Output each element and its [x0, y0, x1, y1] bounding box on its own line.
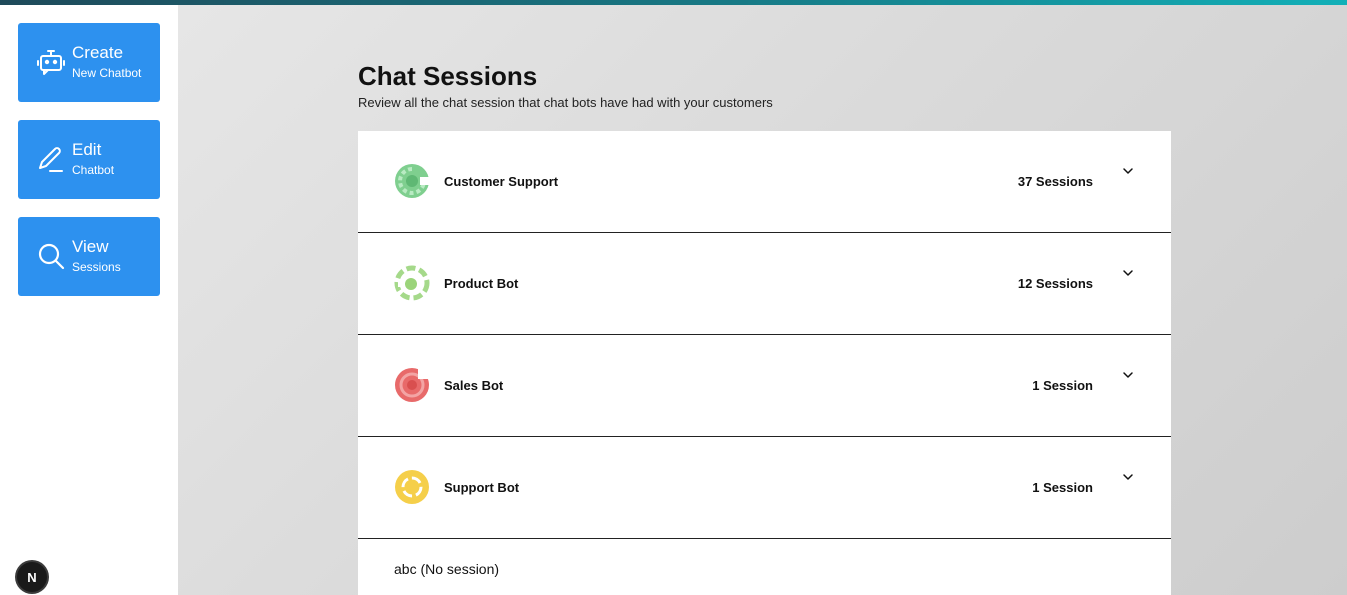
chatbot-row[interactable]: Support Bot 1 Session	[358, 437, 1171, 539]
search-icon	[38, 243, 65, 270]
page-subtitle: Review all the chat session that chat bo…	[358, 95, 773, 110]
chatbot-row[interactable]: Sales Bot 1 Session	[358, 335, 1171, 437]
session-count: 1 Session	[1032, 480, 1093, 495]
chatbot-name: Customer Support	[444, 174, 559, 189]
view-sessions-button[interactable]: View Sessions	[18, 217, 160, 296]
create-chatbot-button[interactable]: Create New Chatbot	[18, 23, 160, 102]
chatbot-name: Support Bot	[444, 480, 520, 495]
pencil-icon	[39, 147, 63, 172]
nextjs-dev-badge[interactable]: N	[17, 562, 47, 592]
session-count: 1 Session	[1032, 378, 1093, 393]
create-sublabel: New Chatbot	[72, 66, 142, 80]
main-content: Chat Sessions Review all the chat sessio…	[178, 5, 1347, 595]
create-label: Create	[72, 43, 124, 62]
chevron-down-icon[interactable]	[1122, 369, 1134, 381]
empty-chatbot-label: abc (No session)	[394, 561, 500, 577]
chatbot-avatar-icon	[395, 368, 430, 402]
view-label: View	[72, 237, 109, 256]
chatbot-avatar-icon	[395, 470, 429, 504]
top-accent-bar	[0, 0, 1347, 5]
chatbot-row[interactable]: Customer Support 37 Sessions	[358, 131, 1171, 233]
session-count: 37 Sessions	[1017, 174, 1093, 189]
chatbot-avatar-icon	[394, 265, 430, 301]
chevron-down-icon[interactable]	[1122, 165, 1134, 177]
sessions-list: Customer Support 37 Sessions Product Bot…	[358, 131, 1171, 595]
chatbot-name: Product Bot	[444, 276, 519, 291]
page-title: Chat Sessions	[358, 61, 538, 91]
chevron-down-icon[interactable]	[1122, 267, 1134, 279]
edit-sublabel: Chatbot	[72, 163, 115, 177]
chatbot-row[interactable]: Product Bot 12 Sessions	[358, 233, 1171, 335]
edit-label: Edit	[72, 140, 102, 159]
chevron-down-icon[interactable]	[1122, 471, 1134, 483]
empty-chatbot-row: abc (No session)	[358, 539, 1171, 595]
edit-chatbot-button[interactable]: Edit Chatbot	[18, 120, 160, 199]
chatbot-name: Sales Bot	[444, 378, 504, 393]
view-sublabel: Sessions	[72, 260, 121, 274]
session-count: 12 Sessions	[1017, 276, 1093, 291]
sidebar: Create New Chatbot Edit Chatbot View Ses…	[0, 5, 178, 595]
robot-icon	[37, 50, 65, 75]
chatbot-avatar-icon	[395, 164, 430, 198]
